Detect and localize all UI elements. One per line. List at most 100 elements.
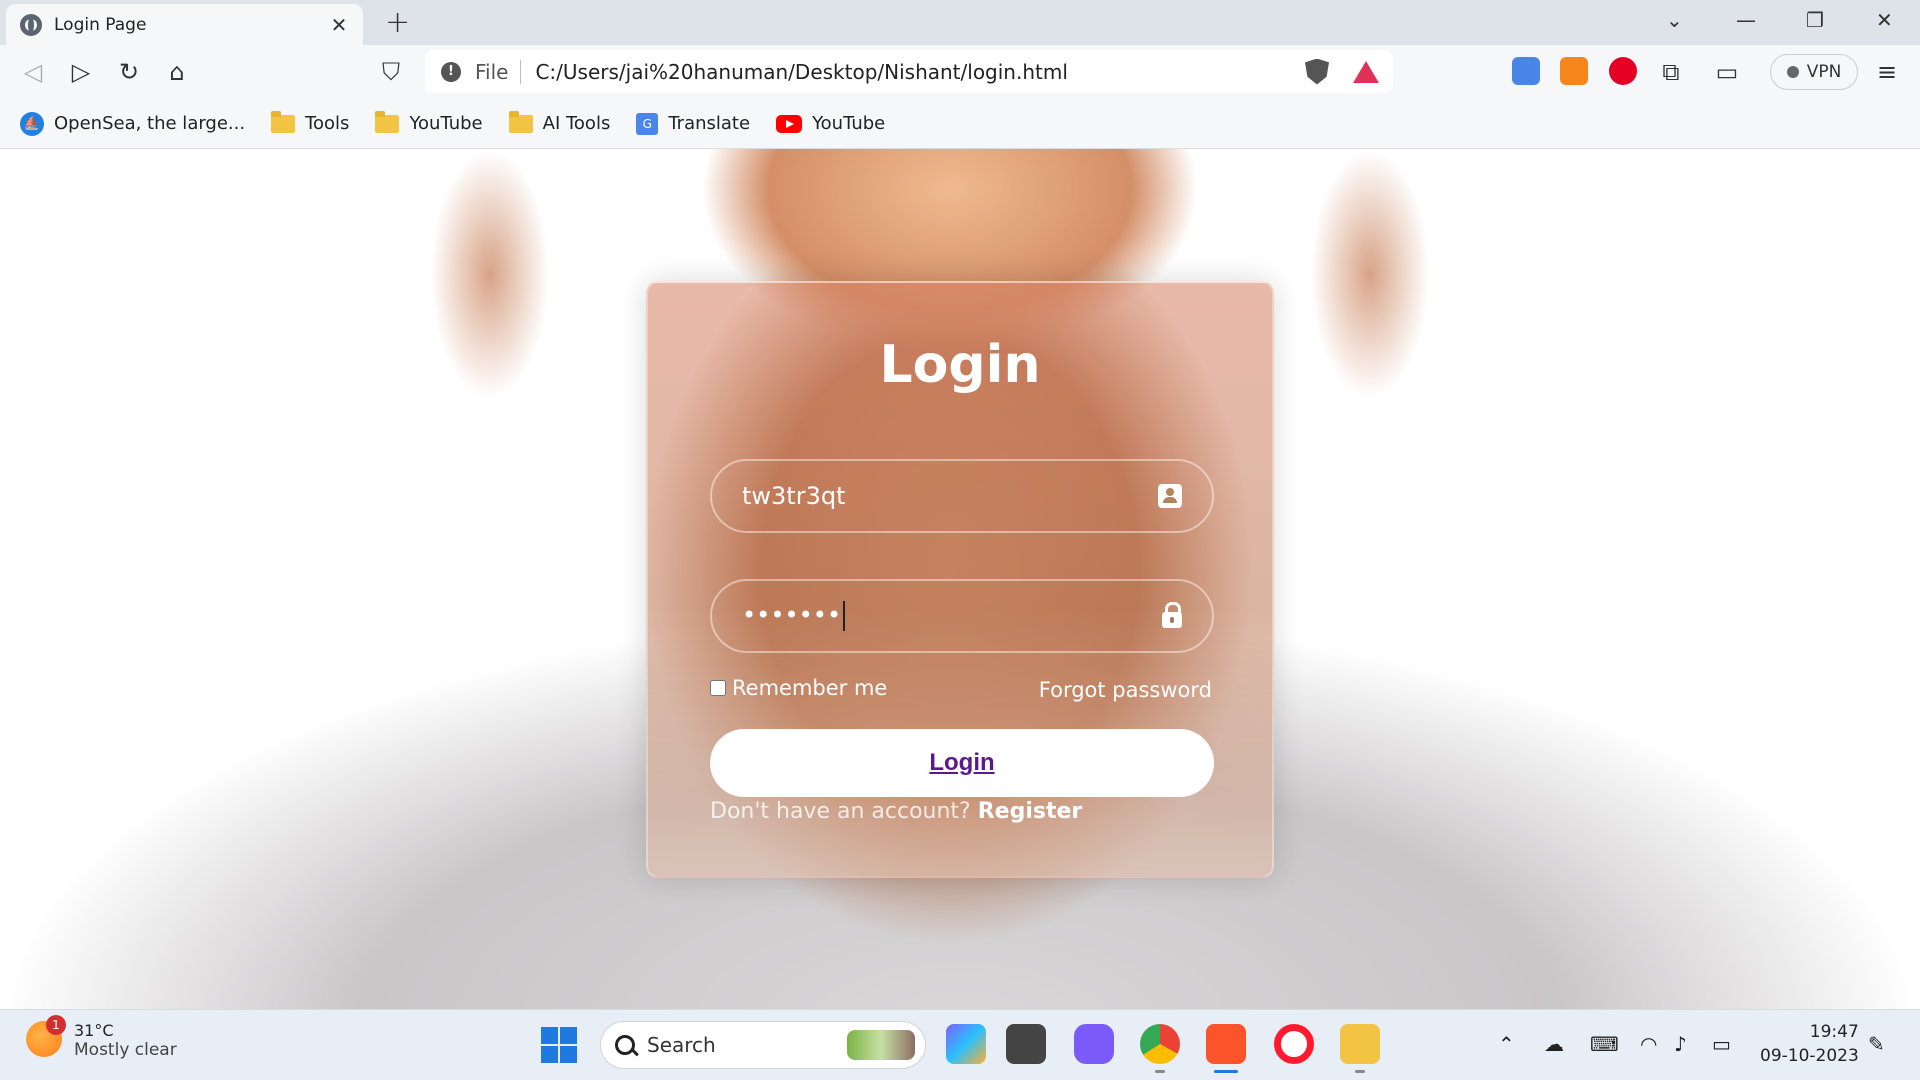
address-scheme: File bbox=[475, 59, 522, 84]
tab-list-button[interactable]: ⌄ bbox=[1666, 8, 1683, 32]
bookmark-icon[interactable]: ⛉ bbox=[376, 57, 406, 87]
lock-icon bbox=[1162, 602, 1182, 628]
tab-close-button[interactable]: ✕ bbox=[327, 13, 351, 37]
register-link[interactable]: Register bbox=[978, 799, 1083, 824]
bookmark-label: OpenSea, the large... bbox=[54, 113, 246, 134]
show-hidden-icons-icon[interactable]: ⌃ bbox=[1498, 1032, 1515, 1056]
weather-widget[interactable]: 1 31°C Mostly clear bbox=[26, 1015, 177, 1060]
bookmark-label: AI Tools bbox=[542, 113, 611, 134]
teams-chat-icon[interactable] bbox=[1074, 1024, 1114, 1064]
bookmark-translate[interactable]: G Translate bbox=[636, 112, 751, 135]
battery-icon[interactable]: ▭ bbox=[1712, 1032, 1731, 1056]
reload-icon[interactable]: ↻ bbox=[114, 57, 144, 87]
bookmark-opensea[interactable]: ⛵ OpenSea, the large... bbox=[20, 111, 246, 136]
bookmark-folder-tools[interactable]: Tools bbox=[271, 110, 350, 134]
password-mask: ••••••• bbox=[742, 601, 842, 629]
brave-rewards-icon[interactable] bbox=[1353, 60, 1379, 83]
login-button[interactable]: Login bbox=[710, 729, 1214, 797]
background-photo-ear-right bbox=[1310, 149, 1430, 399]
bookmark-folder-youtube[interactable]: YouTube bbox=[375, 110, 483, 134]
bookmark-label: YouTube bbox=[812, 113, 886, 134]
windows-taskbar: 1 31°C Mostly clear Search ⌃ ☁ ⌨ ◠ ♪ ▭ 1… bbox=[0, 1009, 1920, 1080]
running-indicator bbox=[1155, 1070, 1165, 1073]
tab-login-page[interactable]: Login Page ✕ bbox=[6, 4, 363, 45]
signup-prompt: Don't have an account? Register bbox=[710, 799, 1082, 824]
new-tab-button[interactable]: + bbox=[385, 5, 410, 40]
close-window-button[interactable]: ✕ bbox=[1876, 8, 1893, 32]
google-translate-extension-icon[interactable] bbox=[1512, 57, 1540, 85]
info-icon[interactable]: ! bbox=[441, 61, 461, 82]
home-icon[interactable]: ⌂ bbox=[162, 57, 192, 87]
forgot-password-link[interactable]: Forgot password bbox=[1039, 678, 1212, 702]
folder-icon bbox=[508, 110, 533, 133]
login-card: Login tw3tr3qt ••••••• Remember me Forgo… bbox=[646, 281, 1274, 878]
restore-button[interactable]: ❐ bbox=[1806, 8, 1824, 32]
remember-me[interactable]: Remember me bbox=[710, 676, 887, 700]
tab-strip: Login Page ✕ + ⌄ — ❐ ✕ bbox=[0, 0, 1920, 45]
folder-icon bbox=[271, 110, 296, 133]
folder-icon bbox=[375, 110, 400, 133]
bookmark-youtube[interactable]: YouTube bbox=[776, 113, 885, 134]
address-url[interactable]: C:/Users/jai%20hanuman/Desktop/Nishant/l… bbox=[535, 60, 1305, 84]
bookmark-label: Tools bbox=[305, 113, 350, 134]
clock-time: 19:47 bbox=[1809, 1022, 1859, 1042]
youtube-icon bbox=[776, 114, 803, 133]
onedrive-icon[interactable]: ☁ bbox=[1544, 1032, 1564, 1056]
address-bar[interactable]: ! File C:/Users/jai%20hanuman/Desktop/Ni… bbox=[425, 50, 1393, 93]
bookmarks-bar: ⛵ OpenSea, the large... Tools YouTube AI… bbox=[0, 99, 1920, 149]
page-background: Login tw3tr3qt ••••••• Remember me Forgo… bbox=[0, 149, 1920, 1009]
browser-toolbar: ◁ ▷ ↻ ⌂ ⛉ ! File C:/Users/jai%20hanuman/… bbox=[0, 45, 1920, 99]
windows-logo-tile bbox=[560, 1027, 577, 1044]
globe-icon bbox=[20, 13, 42, 36]
vpn-label: VPN bbox=[1806, 62, 1842, 82]
search-icon bbox=[615, 1035, 635, 1055]
extensions-icon[interactable]: ⧉ bbox=[1656, 57, 1686, 87]
notifications-icon[interactable]: ✎ bbox=[1868, 1032, 1885, 1056]
pinterest-extension-icon[interactable] bbox=[1609, 57, 1637, 85]
chrome-icon[interactable] bbox=[1140, 1024, 1180, 1064]
search-label: Search bbox=[647, 1033, 716, 1057]
wifi-icon[interactable]: ◠ bbox=[1640, 1032, 1657, 1056]
remember-me-label: Remember me bbox=[732, 676, 888, 700]
forward-icon[interactable]: ▷ bbox=[66, 57, 96, 87]
taskbar-search[interactable]: Search bbox=[600, 1021, 926, 1069]
weather-icon: 1 bbox=[26, 1015, 66, 1057]
start-button[interactable] bbox=[541, 1027, 577, 1063]
back-icon[interactable]: ◁ bbox=[18, 57, 48, 87]
background-photo-ear-left bbox=[430, 149, 550, 399]
file-explorer-icon[interactable] bbox=[1340, 1024, 1380, 1064]
vpn-status-icon bbox=[1786, 66, 1799, 78]
brave-shields-icon[interactable] bbox=[1305, 58, 1329, 85]
text-caret bbox=[843, 601, 846, 631]
clock-date: 09-10-2023 bbox=[1760, 1046, 1859, 1066]
task-view-icon[interactable] bbox=[1006, 1024, 1046, 1064]
notification-badge: 1 bbox=[46, 1015, 66, 1035]
running-indicator bbox=[1355, 1070, 1365, 1073]
weather-description: Mostly clear bbox=[74, 1040, 177, 1060]
wallet-icon[interactable]: ▭ bbox=[1712, 57, 1742, 87]
opera-icon[interactable] bbox=[1274, 1024, 1314, 1064]
password-field[interactable]: ••••••• bbox=[710, 579, 1214, 653]
password-input[interactable]: ••••••• bbox=[742, 601, 1162, 631]
vpn-button[interactable]: VPN bbox=[1770, 54, 1858, 90]
minimize-button[interactable]: — bbox=[1736, 8, 1756, 32]
system-clock[interactable]: 19:47 09-10-2023 bbox=[1760, 1020, 1859, 1068]
windows-logo-tile bbox=[560, 1046, 577, 1063]
menu-icon[interactable]: ≡ bbox=[1872, 57, 1902, 87]
windows-logo-tile bbox=[541, 1046, 558, 1063]
brave-browser-icon[interactable] bbox=[1206, 1024, 1246, 1064]
login-title: Login bbox=[879, 335, 1041, 395]
metamask-extension-icon[interactable] bbox=[1560, 57, 1588, 85]
remember-me-checkbox[interactable] bbox=[710, 680, 726, 696]
bookmark-folder-ai-tools[interactable]: AI Tools bbox=[508, 110, 611, 134]
username-input[interactable]: tw3tr3qt bbox=[742, 482, 1158, 510]
weather-temperature: 31°C bbox=[74, 1021, 114, 1040]
bookmark-label: YouTube bbox=[409, 113, 483, 134]
bookmark-label: Translate bbox=[668, 113, 751, 134]
volume-icon[interactable]: ♪ bbox=[1674, 1032, 1687, 1056]
copilot-icon[interactable] bbox=[946, 1024, 986, 1064]
keyboard-icon[interactable]: ⌨ bbox=[1590, 1032, 1619, 1056]
opensea-icon: ⛵ bbox=[20, 111, 44, 136]
active-indicator bbox=[1214, 1070, 1238, 1073]
username-field[interactable]: tw3tr3qt bbox=[710, 459, 1214, 533]
